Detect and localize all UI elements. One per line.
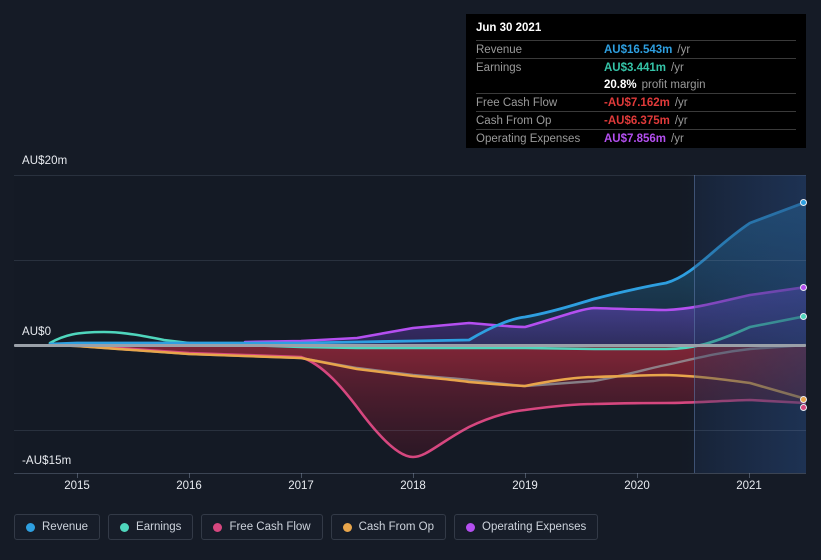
- chart-screenshot: AU$20m AU$0 -AU$15m 2015 2016 2017 2018 …: [0, 0, 821, 560]
- tooltip-value-free-cash-flow: -AU$7.162m: [604, 96, 670, 109]
- tooltip-unit-free-cash-flow: /yr: [674, 96, 688, 109]
- x-tick-2021: [749, 473, 750, 478]
- tooltip-unit-revenue: /yr: [677, 43, 691, 56]
- gridline-20m: [14, 175, 806, 176]
- legend-item-free-cash-flow[interactable]: Free Cash Flow: [201, 514, 323, 540]
- tooltip-unit-cash-from-op: /yr: [674, 114, 688, 127]
- endpoint-revenue: [800, 199, 807, 206]
- tooltip-key-free-cash-flow: Free Cash Flow: [476, 96, 558, 109]
- plot-area: [14, 175, 807, 473]
- tooltip-key-revenue: Revenue: [476, 43, 523, 56]
- tooltip-unit-operating-expenses: /yr: [671, 132, 684, 145]
- tooltip-row-profit-margin: 20.8% profit margin: [476, 76, 796, 93]
- tooltip-value-revenue: AU$16.543m: [604, 43, 673, 56]
- x-tick-2020: [637, 473, 638, 478]
- free-cash-flow-area: [50, 345, 806, 457]
- x-tick-2016: [189, 473, 190, 478]
- legend-dot-revenue-icon: [26, 522, 35, 532]
- legend-label-earnings: Earnings: [136, 521, 182, 533]
- legend-dot-operating-expenses-icon: [466, 522, 476, 532]
- series-canvas: [48, 200, 806, 459]
- legend-label-operating-expenses: Operating Expenses: [482, 521, 587, 533]
- forecast-divider-line: [694, 175, 695, 473]
- x-label-2015: 2015: [64, 480, 90, 492]
- y-label-zero: AU$0: [22, 326, 52, 338]
- endpoint-earnings: [800, 313, 807, 320]
- endpoint-operating-expenses: [800, 284, 807, 291]
- tooltip-row-cash-from-op: Cash From Op -AU$6.375m /yr: [476, 111, 796, 129]
- tooltip-date: Jun 30 2021: [476, 22, 542, 34]
- x-label-2021: 2021: [736, 480, 762, 492]
- x-label-2017: 2017: [288, 480, 314, 492]
- y-label-top: AU$20m: [22, 155, 68, 167]
- tooltip-key-earnings: Earnings: [476, 61, 522, 74]
- tooltip-key-cash-from-op: Cash From Op: [476, 114, 552, 127]
- x-label-2019: 2019: [512, 480, 538, 492]
- tooltip-profit-margin-label: profit margin: [641, 78, 706, 91]
- tooltip-value-operating-expenses: AU$7.856m: [604, 132, 667, 145]
- tooltip-row-free-cash-flow: Free Cash Flow -AU$7.162m /yr: [476, 93, 796, 111]
- legend-dot-free-cash-flow-icon: [213, 522, 223, 532]
- x-label-2020: 2020: [624, 480, 650, 492]
- forecast-region-band: [694, 175, 806, 473]
- y-label-bottom: -AU$15m: [22, 455, 72, 467]
- tooltip-profit-margin-value: 20.8%: [604, 78, 637, 91]
- x-label-2016: 2016: [176, 480, 202, 492]
- legend-label-free-cash-flow: Free Cash Flow: [229, 521, 311, 533]
- tooltip-key-operating-expenses: Operating Expenses: [476, 132, 581, 145]
- chart-tooltip: Jun 30 2021 Revenue AU$16.543m /yr Earni…: [466, 14, 806, 148]
- legend-dot-earnings-icon: [120, 522, 130, 532]
- tooltip-value-earnings: AU$3.441m: [604, 61, 667, 74]
- gridline-10m: [14, 260, 806, 261]
- tooltip-value-cash-from-op: -AU$6.375m: [604, 114, 670, 127]
- zero-baseline: [14, 344, 806, 347]
- legend-item-operating-expenses[interactable]: Operating Expenses: [454, 514, 599, 540]
- x-label-2018: 2018: [400, 480, 426, 492]
- tooltip-unit-earnings: /yr: [671, 61, 684, 74]
- legend-item-revenue[interactable]: Revenue: [14, 514, 101, 540]
- legend-item-cash-from-op[interactable]: Cash From Op: [330, 514, 447, 540]
- legend-label-revenue: Revenue: [42, 521, 89, 533]
- tooltip-row-earnings: Earnings AU$3.441m /yr: [476, 58, 796, 76]
- legend-label-cash-from-op: Cash From Op: [358, 521, 435, 533]
- x-tick-2018: [413, 473, 414, 478]
- legend-item-earnings[interactable]: Earnings: [108, 514, 194, 540]
- gridline-neg10m: [14, 430, 806, 431]
- x-axis-line: [14, 473, 806, 474]
- x-tick-2019: [525, 473, 526, 478]
- x-tick-2015: [77, 473, 78, 478]
- legend-dot-cash-from-op-icon: [342, 522, 352, 532]
- x-tick-2017: [301, 473, 302, 478]
- chart-legend: Revenue Earnings Free Cash Flow Cash Fro…: [14, 514, 599, 540]
- endpoint-cash-from-op: [800, 396, 807, 403]
- endpoint-free-cash-flow: [800, 404, 807, 411]
- tooltip-row-operating-expenses: Operating Expenses AU$7.856m /yr: [476, 129, 796, 147]
- tooltip-row-revenue: Revenue AU$16.543m /yr: [476, 40, 796, 58]
